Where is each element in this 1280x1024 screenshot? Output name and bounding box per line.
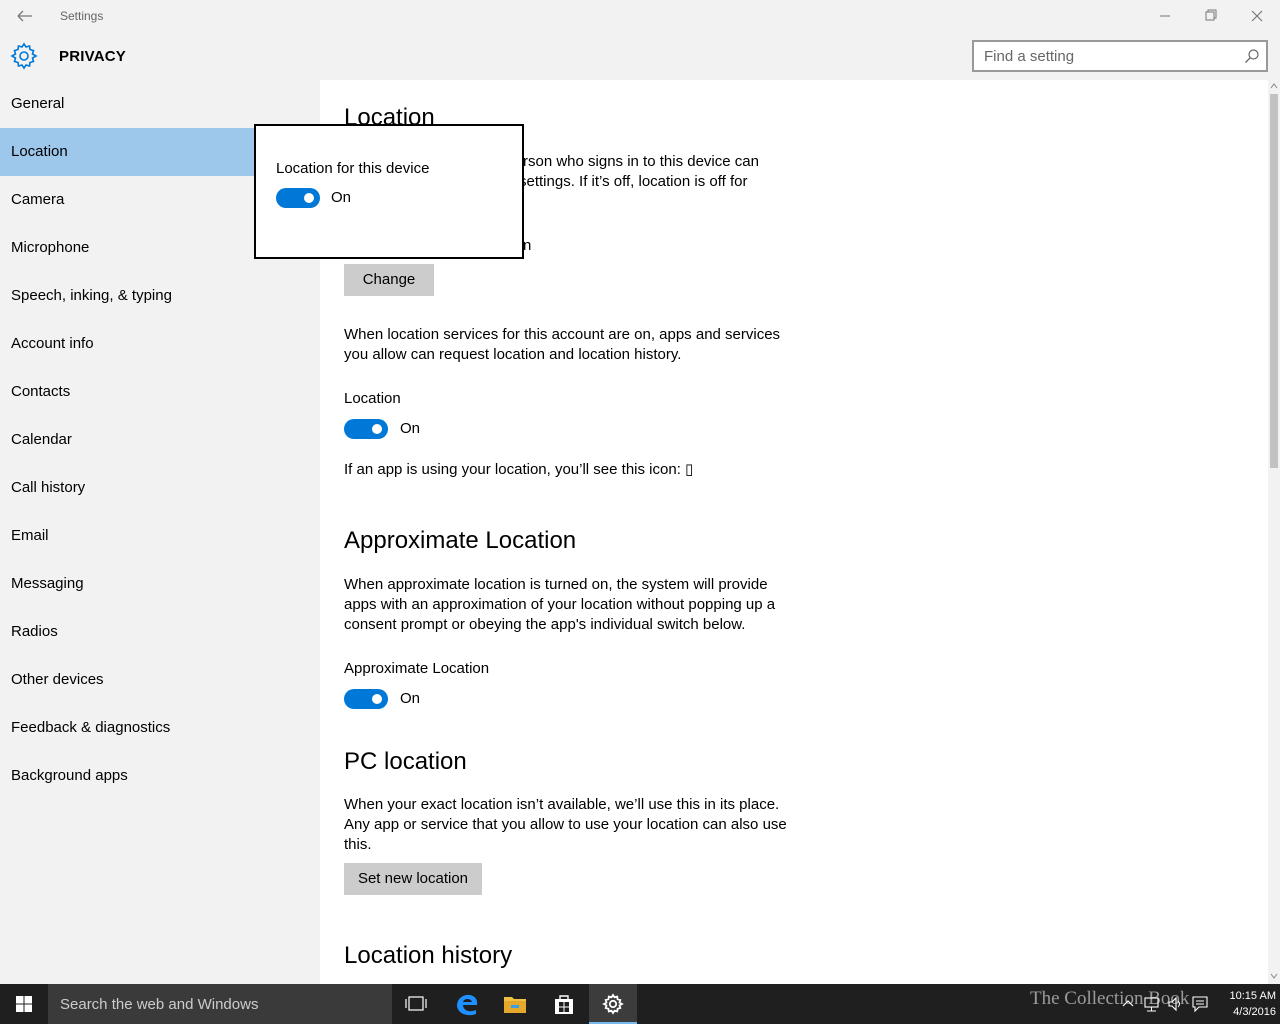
sidebar-item-contacts[interactable]: Contacts — [0, 368, 320, 416]
device-location-toggle[interactable] — [276, 188, 320, 208]
taskbar: Search the web and Windows The Collectio… — [0, 984, 1280, 1024]
scroll-thumb[interactable] — [1270, 94, 1278, 468]
page-title: PRIVACY — [59, 48, 126, 65]
clock[interactable]: 10:15 AM 4/3/2016 — [1210, 988, 1276, 1020]
account-location-description: When location services for this account … — [344, 326, 781, 363]
change-button[interactable]: Change — [344, 264, 434, 296]
approximate-toggle-label: Approximate Location — [344, 660, 490, 677]
restore-button[interactable] — [1188, 0, 1234, 32]
back-button[interactable] — [10, 6, 38, 26]
action-center-icon[interactable] — [1190, 992, 1210, 1016]
clock-time: 10:15 AM — [1229, 990, 1276, 1002]
scroll-down-icon[interactable] — [1270, 972, 1278, 980]
minimize-button[interactable] — [1142, 0, 1188, 32]
title-bar: Settings — [0, 0, 1280, 32]
clock-date: 4/3/2016 — [1233, 1006, 1276, 1018]
task-view-icon — [405, 996, 427, 1011]
location-toggle[interactable] — [344, 419, 388, 439]
sidebar-item-feedback[interactable]: Feedback & diagnostics — [0, 704, 320, 752]
volume-icon[interactable] — [1166, 992, 1186, 1016]
scroll-up-icon[interactable] — [1270, 82, 1278, 90]
device-status-text: n — [523, 237, 532, 254]
sidebar-item-background-apps[interactable]: Background apps — [0, 752, 320, 800]
sidebar-item-account-info[interactable]: Account info — [0, 320, 320, 368]
flyout-label: Location for this device — [276, 160, 430, 177]
approximate-description: When approximate location is turned on, … — [344, 576, 776, 633]
start-button[interactable] — [0, 984, 48, 1024]
taskbar-search-text: Search the web and Windows — [60, 996, 259, 1013]
location-toggle-label: Location — [344, 390, 401, 407]
sidebar-item-speech[interactable]: Speech, inking, & typing — [0, 272, 320, 320]
windows-logo-icon — [16, 996, 32, 1012]
close-icon — [1251, 10, 1263, 22]
gear-icon — [10, 42, 38, 70]
vertical-scrollbar[interactable] — [1268, 80, 1280, 984]
pc-location-description: When your exact location isn’t available… — [344, 796, 787, 853]
folder-icon — [504, 997, 526, 1013]
show-hidden-icons-icon[interactable] — [1120, 992, 1136, 1016]
settings-taskbar-button[interactable] — [589, 984, 637, 1024]
back-arrow-icon — [17, 10, 32, 22]
location-description-line2: settings. If it’s off, location is off f… — [519, 173, 748, 190]
close-button[interactable] — [1234, 0, 1280, 32]
sidebar-item-messaging[interactable]: Messaging — [0, 560, 320, 608]
approximate-toggle-state: On — [400, 690, 421, 707]
network-icon[interactable] — [1142, 992, 1162, 1016]
location-toggle-state: On — [400, 420, 421, 437]
taskbar-search-box[interactable]: Search the web and Windows — [48, 984, 392, 1024]
search-icon[interactable] — [1244, 48, 1260, 64]
file-explorer-button[interactable] — [491, 984, 539, 1024]
device-location-toggle-state: On — [331, 189, 352, 206]
edge-icon — [457, 994, 478, 1016]
store-button[interactable] — [540, 984, 588, 1024]
sidebar-item-general[interactable]: General — [0, 80, 320, 128]
location-device-flyout: Location for this device On — [254, 124, 524, 259]
approximate-toggle[interactable] — [344, 689, 388, 709]
sidebar-item-email[interactable]: Email — [0, 512, 320, 560]
task-view-button[interactable] — [392, 984, 440, 1024]
minimize-icon — [1160, 15, 1170, 17]
section-title-pc-location: PC location — [344, 748, 467, 775]
restore-icon — [1205, 9, 1217, 21]
app-header: PRIVACY — [0, 32, 1280, 80]
window-title: Settings — [60, 9, 104, 23]
sidebar-item-calendar[interactable]: Calendar — [0, 416, 320, 464]
sidebar-item-radios[interactable]: Radios — [0, 608, 320, 656]
section-title-approximate: Approximate Location — [344, 527, 577, 554]
location-icon-note: If an app is using your location, you’ll… — [344, 461, 694, 478]
set-new-location-button[interactable]: Set new location — [344, 863, 482, 895]
section-title-location-history: Location history — [344, 942, 513, 969]
settings-gear-icon — [602, 993, 624, 1015]
location-description-line1: rson who signs in to this device can — [523, 153, 759, 170]
search-input[interactable] — [974, 42, 1234, 70]
edge-button[interactable] — [443, 984, 491, 1024]
store-icon — [555, 995, 573, 1014]
search-box[interactable] — [972, 40, 1268, 72]
sidebar-item-call-history[interactable]: Call history — [0, 464, 320, 512]
sidebar-item-other-devices[interactable]: Other devices — [0, 656, 320, 704]
